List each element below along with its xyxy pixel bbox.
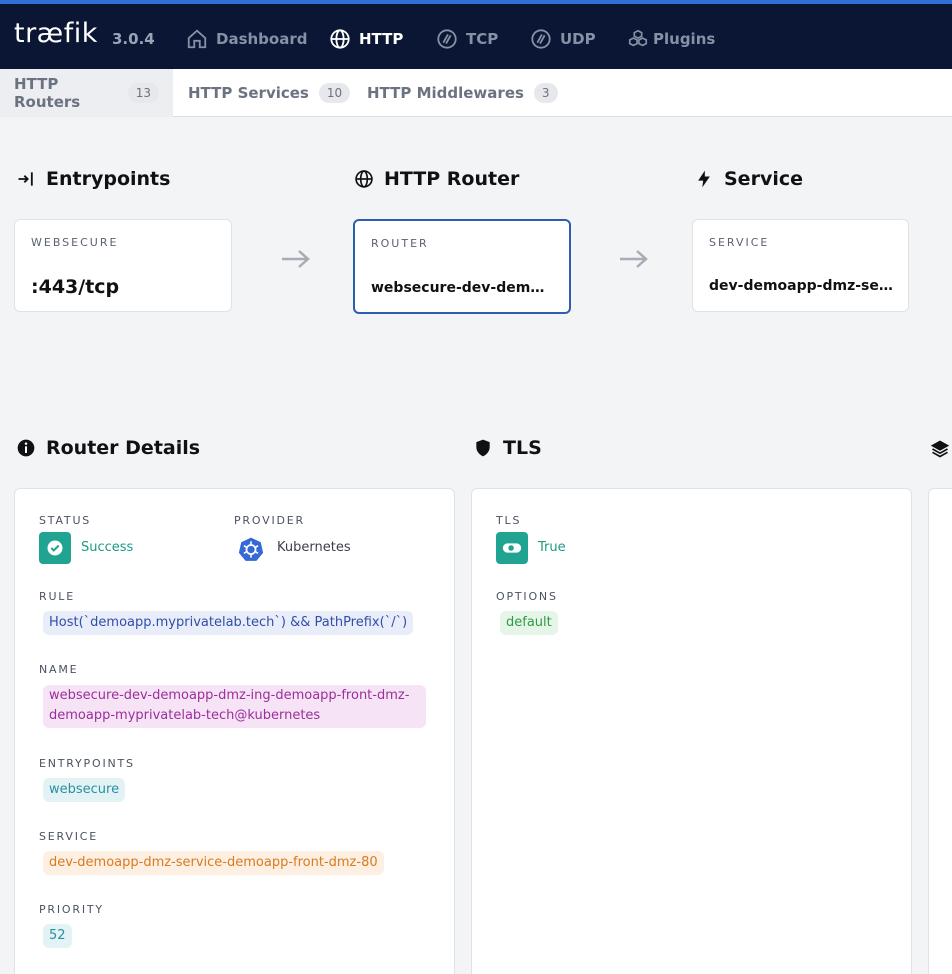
version-label: 3.0.4 (112, 30, 155, 48)
tab-http-routers-count: 13 (127, 83, 159, 103)
name-label: NAME (39, 663, 79, 676)
traefik-logo[interactable]: træfik (14, 18, 98, 49)
tab-http-middlewares[interactable]: HTTP Middlewares 3 (353, 69, 572, 117)
nav-tcp-label: TCP (466, 30, 499, 48)
service-label: SERVICE (39, 830, 98, 843)
tls-label: TLS (496, 514, 522, 527)
tab-http-routers[interactable]: HTTP Routers 13 (0, 69, 173, 117)
tab-http-middlewares-count: 3 (533, 83, 558, 103)
nav-dashboard-label: Dashboard (216, 30, 308, 48)
tab-http-middlewares-label: HTTP Middlewares (367, 84, 524, 102)
layers-icon (930, 440, 950, 458)
tls-value: True (538, 540, 566, 555)
nav-plugins[interactable]: Plugins (627, 26, 715, 52)
top-navigation-bar: træfik 3.0.4 Dashboard HTTP TCP UDP Plug… (0, 0, 952, 69)
provider-value: Kubernetes (277, 540, 351, 555)
tab-http-services-label: HTTP Services (188, 84, 309, 102)
entrypoint-card-label: WEBSECURE (31, 236, 119, 249)
service-card-label: SERVICE (709, 236, 770, 249)
tls-enabled-badge (496, 532, 528, 564)
globe-icon (330, 29, 350, 49)
middlewares-panel (928, 488, 952, 974)
name-value-line1: websecure-dev-demoapp-dmz-ing-demoapp-fr… (49, 688, 410, 703)
status-value: Success (81, 540, 134, 555)
lightning-icon (698, 170, 710, 188)
tab-http-routers-label: HTTP Routers (14, 75, 81, 111)
info-icon (17, 439, 35, 457)
check-circle-icon (47, 540, 63, 556)
name-value-line2: demoapp-myprivatelab-tech@kubernetes (49, 708, 321, 723)
subtabs-bar: HTTP Routers 13 HTTP Services 10 HTTP Mi… (0, 69, 952, 117)
tab-http-services-count: 10 (318, 83, 351, 103)
nav-http[interactable]: HTTP (329, 26, 403, 52)
router-details-panel (14, 488, 455, 974)
nav-http-label: HTTP (359, 30, 404, 48)
service-card-value: dev-demoapp-dmz-service-demoapp-front-dm… (709, 278, 895, 294)
arrow-right-icon (282, 250, 310, 268)
plugins-icon (628, 29, 648, 47)
rule-value-chip: Host(`demoapp.myprivatelab.tech`) && Pat… (43, 611, 414, 635)
provider-label: PROVIDER (234, 514, 305, 527)
entrypoint-card[interactable]: WEBSECURE :443/tcp (14, 219, 232, 312)
nav-dashboard[interactable]: Dashboard (186, 26, 307, 52)
status-label: STATUS (39, 514, 92, 527)
tcp-icon (437, 29, 457, 49)
tab-http-services[interactable]: HTTP Services 10 (174, 69, 364, 117)
tls-heading: TLS (473, 437, 542, 459)
status-success-badge (39, 532, 71, 564)
entrypoint-card-value: :443/tcp (31, 276, 120, 298)
priority-label: PRIORITY (39, 903, 104, 916)
router-card[interactable]: ROUTER websecure-dev-demoapp-dmz-ing-dem… (353, 219, 571, 314)
http-router-heading: HTTP Router (354, 168, 519, 190)
entrypoints-value-chip: websecure (43, 778, 126, 802)
shield-icon (476, 439, 490, 457)
rule-label: RULE (39, 590, 75, 603)
nav-udp[interactable]: UDP (530, 26, 596, 52)
router-card-label: ROUTER (371, 237, 429, 250)
router-card-value: websecure-dev-demoapp-dmz-ing-demoapp-fr… (371, 280, 551, 296)
kubernetes-icon (238, 537, 264, 561)
globe-icon (355, 170, 373, 188)
entrypoints-label: ENTRYPOINTS (39, 757, 135, 770)
toggle-on-icon (502, 543, 522, 553)
name-value-chip: websecure-dev-demoapp-dmz-ing-demoapp-fr… (43, 685, 426, 728)
service-card[interactable]: SERVICE dev-demoapp-dmz-service-demoapp-… (692, 219, 909, 312)
udp-icon (531, 29, 551, 49)
nav-tcp[interactable]: TCP (436, 26, 498, 52)
service-heading: Service (694, 168, 803, 190)
options-value-chip: default (500, 611, 558, 635)
login-arrow-icon (18, 172, 33, 186)
options-label: OPTIONS (496, 590, 558, 603)
entrypoints-heading: Entrypoints (16, 168, 170, 190)
home-icon (187, 29, 207, 49)
arrow-right-icon (620, 250, 648, 268)
priority-value-chip: 52 (43, 924, 72, 948)
nav-plugins-label: Plugins (653, 30, 716, 48)
tls-panel (471, 488, 912, 974)
router-details-heading: Router Details (16, 437, 200, 459)
nav-udp-label: UDP (560, 30, 596, 48)
service-value-chip: dev-demoapp-dmz-service-demoapp-front-dm… (43, 851, 384, 875)
